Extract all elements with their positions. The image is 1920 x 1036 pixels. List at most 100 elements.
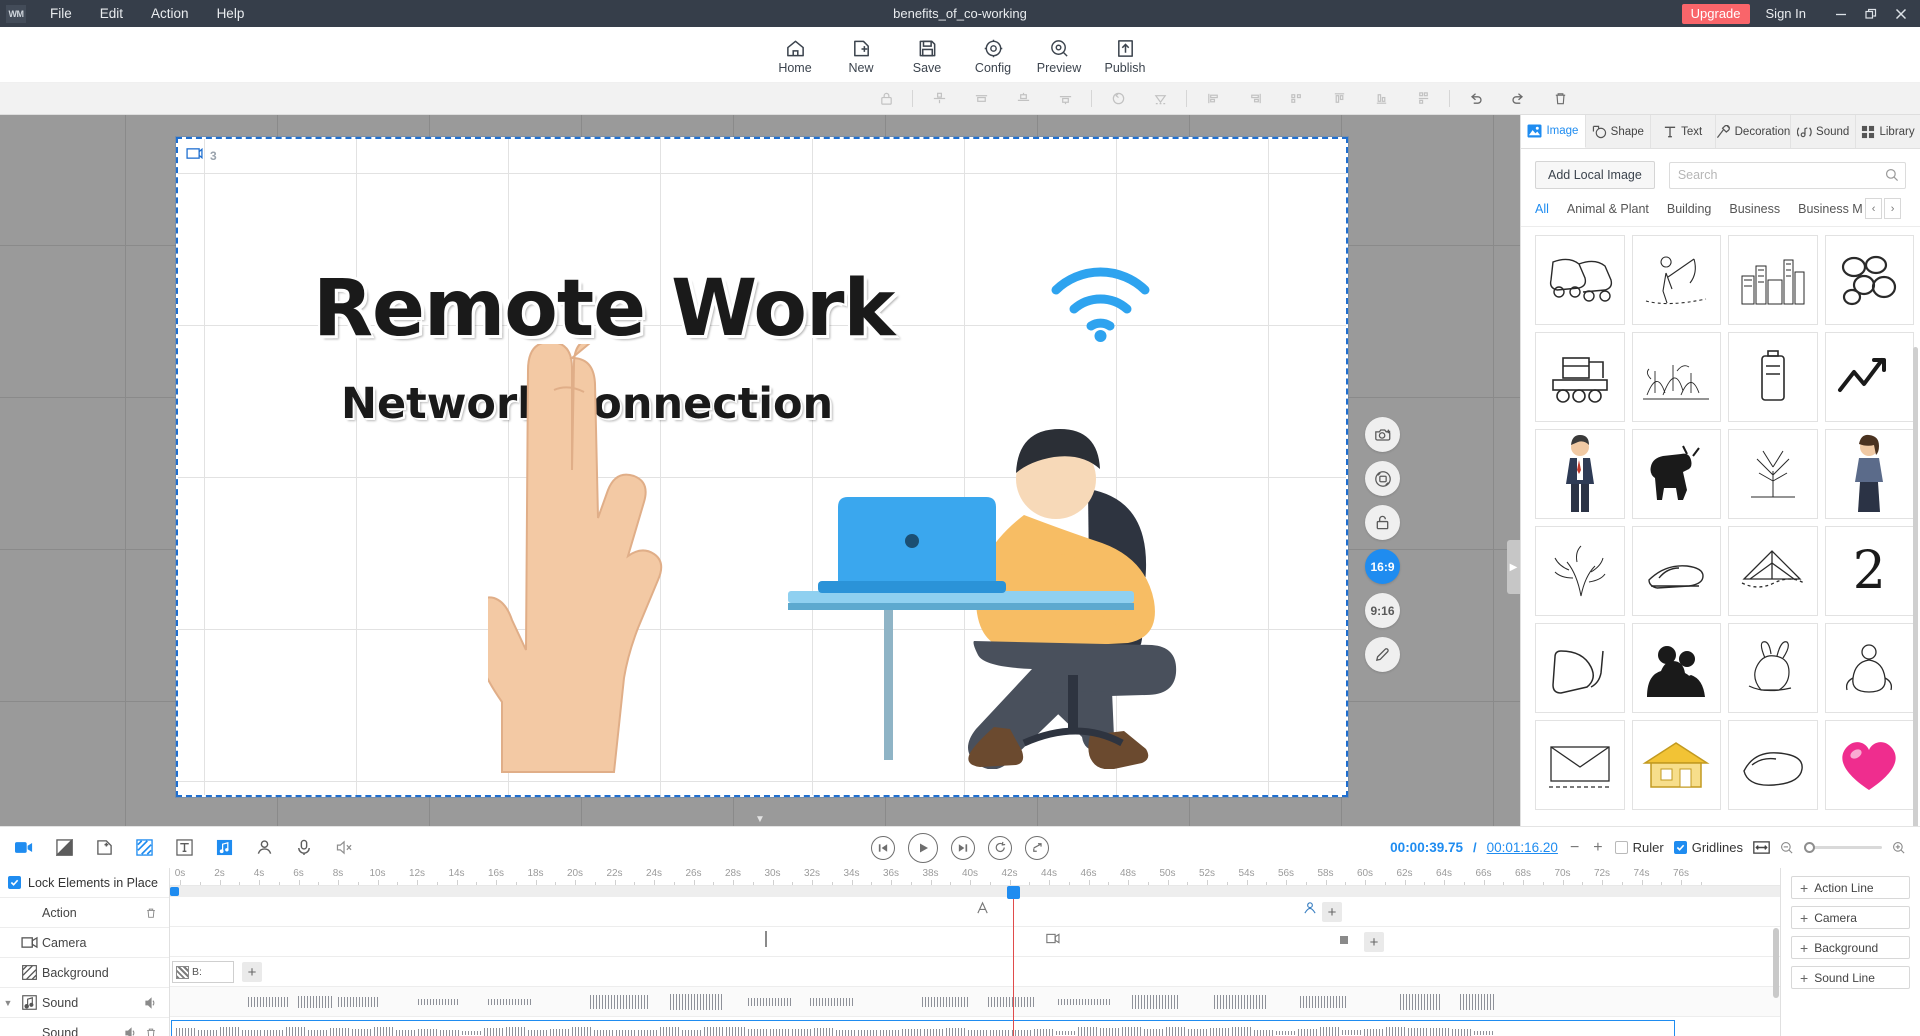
action-marker-icon[interactable] <box>1303 901 1317 920</box>
list-item[interactable] <box>1728 623 1818 713</box>
background-icon[interactable] <box>124 828 164 868</box>
list-item[interactable] <box>1728 526 1818 616</box>
add-background-button[interactable]: + <box>242 962 262 982</box>
menu-help[interactable]: Help <box>203 2 259 25</box>
canvas-title-text[interactable]: Remote Work <box>313 264 894 354</box>
add-background-line-button[interactable]: + Background <box>1791 936 1910 959</box>
character-icon[interactable] <box>244 828 284 868</box>
audio-waveform-segment[interactable] <box>1214 995 1268 1008</box>
zoom-in-icon[interactable] <box>1892 841 1906 855</box>
timeline-row-action[interactable]: + <box>170 897 1780 927</box>
list-item[interactable] <box>1632 720 1722 810</box>
fit-width-icon[interactable] <box>1753 840 1770 855</box>
fullscreen-button[interactable] <box>1025 836 1049 860</box>
list-item[interactable] <box>1632 526 1722 616</box>
playhead[interactable] <box>1013 897 1014 1036</box>
lock-elements-checkbox[interactable] <box>8 876 21 889</box>
aspect-9-16-button[interactable]: 9:16 <box>1365 593 1400 628</box>
sign-in-button[interactable]: Sign In <box>1766 6 1806 21</box>
timeline-row-background[interactable]: B: + <box>170 957 1780 987</box>
sound-speaker-icon[interactable] <box>121 1027 141 1036</box>
total-time[interactable]: 00:01:16.20 <box>1487 840 1558 855</box>
background-clip[interactable]: B: <box>172 961 234 983</box>
playhead-handle[interactable] <box>1007 886 1020 899</box>
track-row-action[interactable]: Action <box>0 898 169 928</box>
zoom-increase-button[interactable]: + <box>1591 839 1604 857</box>
canvas-area[interactable]: 3 Remote Work Network Connection 16:9 9:… <box>0 115 1520 826</box>
audio-waveform-segment[interactable] <box>748 998 792 1007</box>
search-input[interactable] <box>1669 162 1906 189</box>
expand-caret-icon[interactable]: ▼ <box>0 998 16 1008</box>
timeline-h-scrollbar[interactable] <box>170 886 1780 897</box>
timeline-vertical-scrollbar[interactable] <box>1773 928 1779 998</box>
sound-group-speaker-icon[interactable] <box>141 997 161 1009</box>
audio-waveform-segment[interactable] <box>418 999 460 1006</box>
align-left-icon[interactable] <box>1192 84 1234 114</box>
zoom-slider[interactable] <box>1804 846 1882 849</box>
microphone-icon[interactable] <box>284 828 324 868</box>
add-scene-icon[interactable] <box>84 828 124 868</box>
timeline-tracks[interactable]: 0s 2s 4s 6s 8s 10s 12s 14s 16s 18s 20s 22s 24s 26s 28s… <box>170 868 1780 1036</box>
ruler-checkbox[interactable] <box>1615 841 1628 854</box>
delete-sound-track-icon[interactable] <box>141 1027 161 1036</box>
list-item[interactable] <box>1825 235 1915 325</box>
camera-track-icon[interactable] <box>4 828 44 868</box>
audio-waveform-segment[interactable] <box>922 997 970 1007</box>
unlock-icon[interactable] <box>1365 505 1400 540</box>
category-all[interactable]: All <box>1535 200 1558 218</box>
list-item[interactable] <box>1632 235 1722 325</box>
toolbar-save-button[interactable]: Save <box>894 35 960 75</box>
category-prev-button[interactable]: ‹ <box>1865 198 1882 219</box>
align-bottom-icon[interactable] <box>1044 84 1086 114</box>
panel-collapse-handle[interactable]: ▶ <box>1507 540 1520 594</box>
tab-shape[interactable]: Shape <box>1586 115 1651 148</box>
timeline-row-sound-group[interactable] <box>170 987 1780 1017</box>
mute-icon[interactable] <box>324 828 364 868</box>
list-item[interactable] <box>1632 623 1722 713</box>
list-item[interactable] <box>1728 720 1818 810</box>
play-button[interactable] <box>908 833 938 863</box>
lock-icon[interactable] <box>865 84 907 114</box>
toolbar-new-button[interactable]: New <box>828 35 894 75</box>
align-top-icon[interactable] <box>1002 84 1044 114</box>
person-at-desk-illustration[interactable] <box>788 369 1218 774</box>
audio-waveform-segment[interactable] <box>988 997 1036 1007</box>
audio-waveform-segment[interactable] <box>1460 994 1494 1009</box>
aspect-16-9-button[interactable]: 16:9 <box>1365 549 1400 584</box>
list-item[interactable] <box>1825 332 1915 422</box>
add-camera-icon[interactable] <box>1365 417 1400 452</box>
track-row-background[interactable]: Background <box>0 958 169 988</box>
music-track-icon[interactable] <box>204 828 244 868</box>
audio-waveform-segment[interactable] <box>1132 995 1180 1009</box>
ruler-toggle[interactable]: Ruler <box>1615 840 1664 855</box>
audio-waveform-segment[interactable] <box>670 994 722 1010</box>
distribute-horizontal-icon[interactable] <box>1276 84 1318 114</box>
menu-file[interactable]: File <box>36 2 86 25</box>
list-item[interactable] <box>1825 720 1915 810</box>
audio-waveform-segment[interactable] <box>248 997 288 1007</box>
sync-refresh-icon[interactable] <box>1365 461 1400 496</box>
pointing-hand-image[interactable] <box>488 344 678 779</box>
distribute-vertical-icon[interactable] <box>1402 84 1444 114</box>
redo-button[interactable] <box>1497 84 1539 114</box>
audio-waveform-segment[interactable] <box>488 999 532 1006</box>
camera-clip-icon[interactable] <box>1046 931 1060 949</box>
close-button[interactable] <box>1886 0 1916 27</box>
audio-waveform-segment[interactable] <box>810 998 854 1006</box>
skip-to-start-button[interactable] <box>871 836 895 860</box>
category-business[interactable]: Business <box>1720 200 1789 218</box>
add-action-line-button[interactable]: + Action Line <box>1791 876 1910 899</box>
timeline-ruler[interactable]: 0s 2s 4s 6s 8s 10s 12s 14s 16s 18s 20s 22s 24s 26s 28s… <box>170 868 1780 886</box>
list-item[interactable] <box>1825 429 1915 519</box>
toolbar-config-button[interactable]: Config <box>960 35 1026 75</box>
list-item[interactable] <box>1825 623 1915 713</box>
list-item[interactable]: 2 <box>1825 526 1915 616</box>
tab-image[interactable]: Image <box>1521 115 1586 148</box>
audio-waveform-segment[interactable] <box>298 996 332 1009</box>
list-item[interactable] <box>1535 235 1625 325</box>
menu-action[interactable]: Action <box>137 2 203 25</box>
list-item[interactable] <box>1728 332 1818 422</box>
list-item[interactable] <box>1632 332 1722 422</box>
audio-waveform-segment[interactable] <box>590 995 648 1009</box>
list-item[interactable] <box>1535 623 1625 713</box>
